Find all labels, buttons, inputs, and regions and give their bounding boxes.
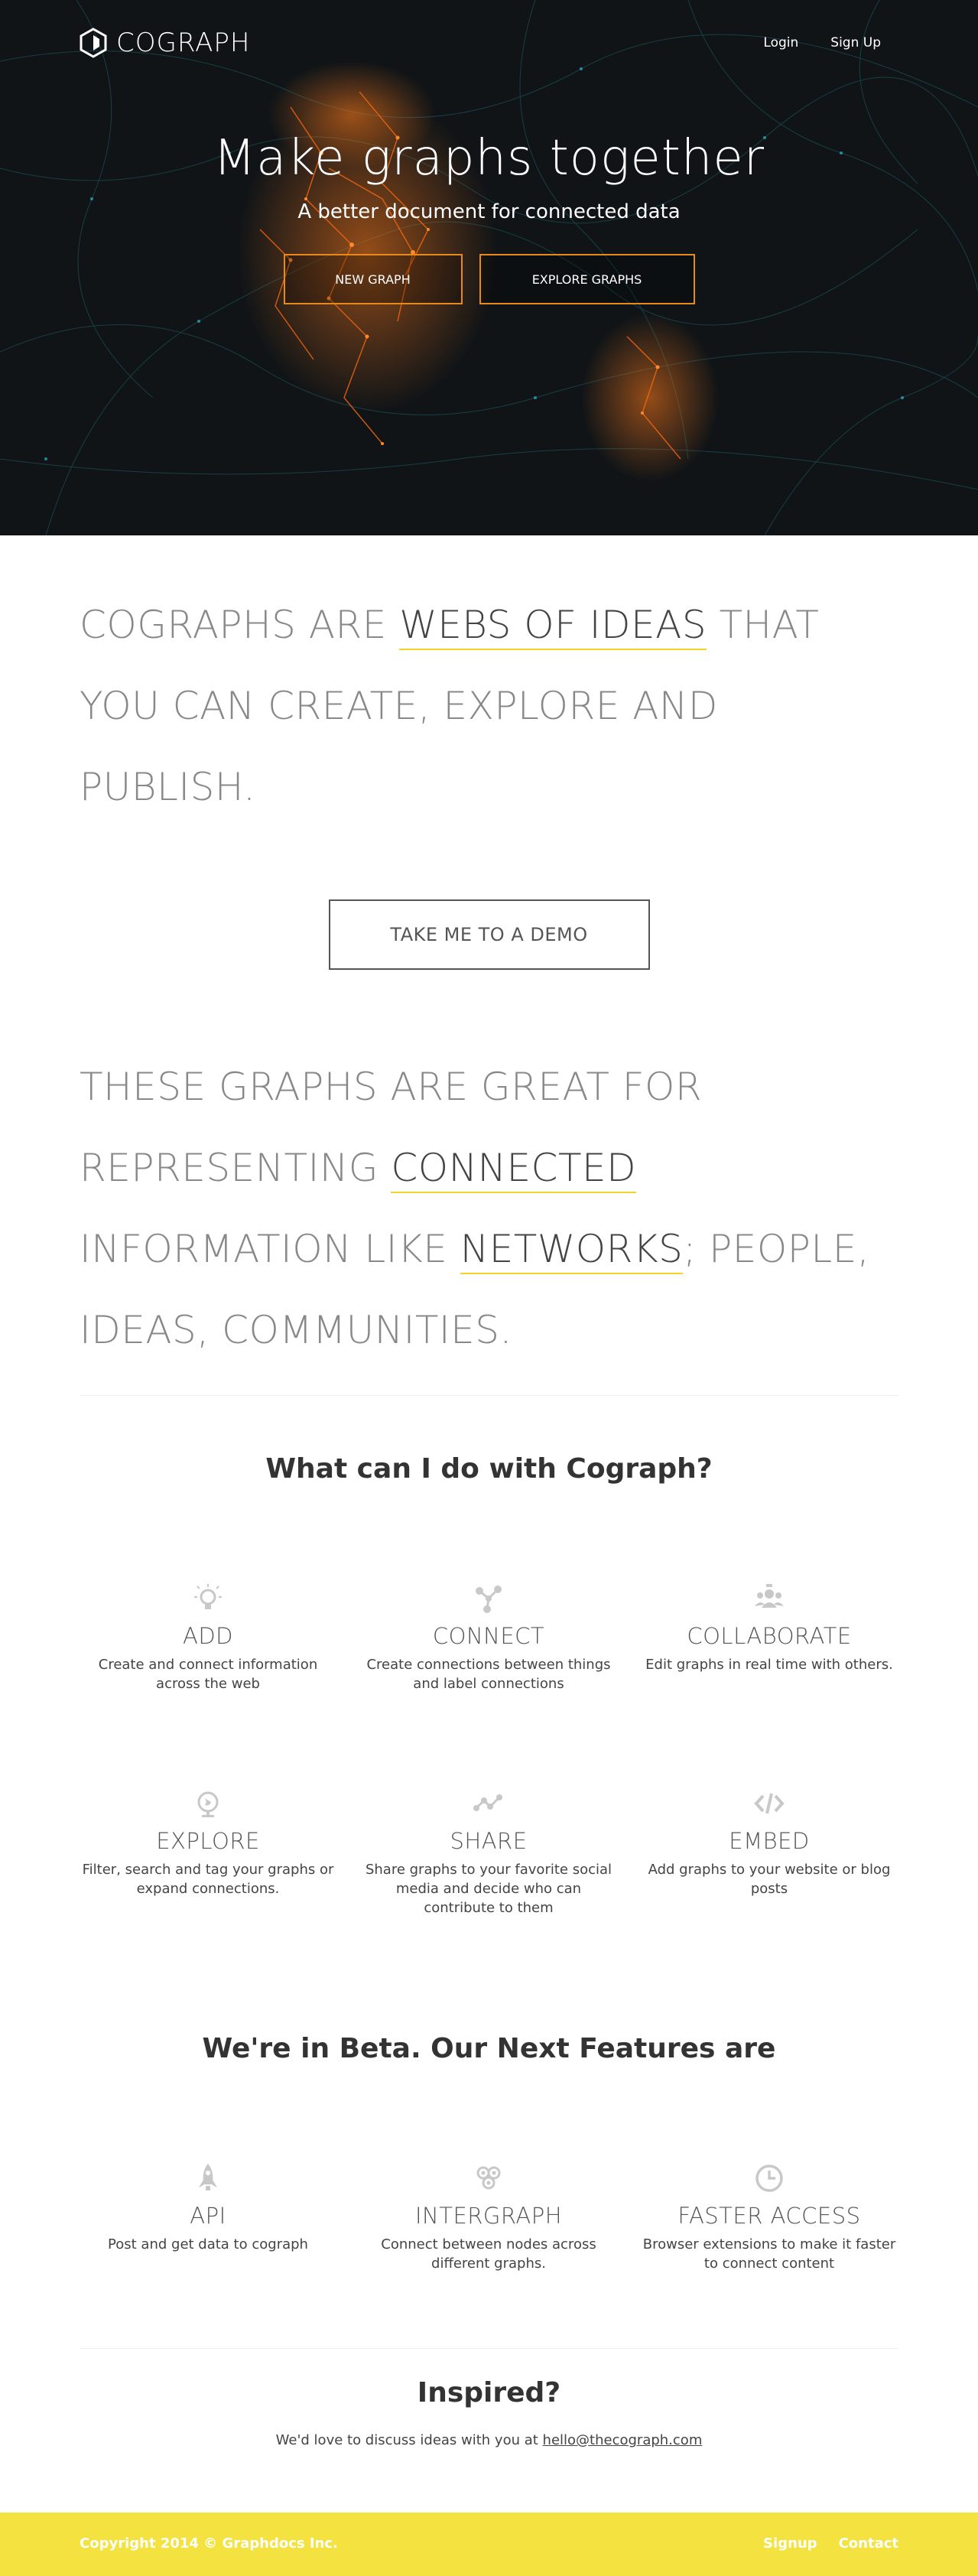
signup-link[interactable]: Sign Up: [830, 35, 881, 50]
footer: Copyright 2014 © Graphdocs Inc. Signup C…: [0, 2513, 978, 2576]
beta-section-title: We're in Beta. Our Next Features are: [202, 2033, 776, 2064]
logo-text: COGRAPH: [116, 28, 251, 58]
people-icon: [755, 1584, 784, 1608]
feature-desc: Add graphs to your website or blog posts: [648, 1862, 891, 1897]
statement-text: COGRAPHS ARE: [80, 603, 400, 647]
intro-statement: COGRAPHS ARE WEBS OF IDEAS THAT YOU CAN …: [80, 584, 898, 828]
next-feature-intergraph: INTERGRAPH Connect between nodes across …: [359, 2161, 619, 2273]
hero-section: COGRAPH Login Sign Up Make graphs togeth…: [0, 0, 978, 535]
statement-highlight: WEBS OF IDEAS: [399, 603, 707, 650]
footer-links: Signup Contact: [763, 2535, 898, 2552]
feature-desc: Connect between nodes across different g…: [381, 2236, 596, 2272]
feature-share: SHARE Share graphs to your favorite soci…: [359, 1787, 619, 1917]
feature-desc: Share graphs to your favorite social med…: [365, 1862, 612, 1916]
feature-desc: Filter, search and tag your graphs or ex…: [82, 1862, 334, 1897]
feature-title: SHARE: [450, 1828, 528, 1854]
feature-connect: CONNECT Create connections between thing…: [359, 1582, 619, 1693]
feature-desc: Create and connect information across th…: [98, 1657, 318, 1692]
next-feature-faster-access: FASTER ACCESS Browser extensions to make…: [639, 2161, 899, 2273]
feature-explore: EXPLORE Filter, search and tag your grap…: [78, 1787, 338, 1898]
feature-title: EMBED: [729, 1828, 810, 1854]
code-icon: [754, 1793, 785, 1814]
next-feature-api: API Post and get data to cograph: [78, 2161, 338, 2254]
inspired-message: We'd love to discuss ideas with you at: [275, 2432, 543, 2448]
statement-text: INFORMATION LIKE: [80, 1227, 460, 1271]
globe-icon: [197, 1791, 219, 1817]
feature-desc: Edit graphs in real time with others.: [645, 1657, 893, 1673]
clock-icon: [755, 2165, 783, 2192]
demo-button[interactable]: TAKE ME TO A DEMO: [328, 899, 650, 970]
hero-buttons: NEW GRAPH EXPLORE GRAPHS: [0, 254, 978, 304]
rocket-icon: [199, 2164, 217, 2191]
feature-title: COLLABORATE: [687, 1623, 852, 1649]
logo[interactable]: COGRAPH: [80, 28, 250, 58]
feature-desc: Create connections between things and la…: [366, 1657, 611, 1692]
connect-icon: [476, 1586, 502, 1613]
feature-title: API: [190, 2203, 226, 2229]
feature-desc: Browser extensions to make it faster to …: [642, 2236, 896, 2272]
share-icon: [473, 1794, 502, 1811]
connected-statement: THESE GRAPHS ARE GREAT FOR REPRESENTING …: [80, 1046, 898, 1371]
copyright-text: Copyright 2014 © Graphdocs Inc.: [80, 2535, 338, 2552]
new-graph-button[interactable]: NEW GRAPH: [283, 254, 463, 304]
footer-signup-link[interactable]: Signup: [763, 2535, 817, 2552]
feature-add: ADD Create and connect information acros…: [78, 1582, 338, 1693]
feature-title: FASTER ACCESS: [677, 2203, 861, 2229]
divider: [80, 2348, 898, 2349]
footer-contact-link[interactable]: Contact: [839, 2535, 898, 2552]
statement-highlight: NETWORKS: [460, 1227, 684, 1274]
hero-title: Make graphs together: [213, 130, 765, 187]
feature-title: ADD: [183, 1623, 233, 1649]
feature-desc: Post and get data to cograph: [108, 2236, 308, 2252]
feature-embed: EMBED Add graphs to your website or blog…: [639, 1787, 899, 1898]
feature-title: INTERGRAPH: [414, 2203, 562, 2229]
explore-graphs-button[interactable]: EXPLORE GRAPHS: [479, 254, 695, 304]
inspired-text: We'd love to discuss ideas with you at h…: [0, 2432, 978, 2448]
top-nav: COGRAPH Login Sign Up: [0, 0, 978, 84]
feature-collaborate: COLLABORATE Edit graphs in real time wit…: [639, 1582, 899, 1674]
feature-title: CONNECT: [432, 1623, 545, 1649]
divider: [80, 1395, 898, 1396]
cograph-logo-icon: [80, 28, 107, 58]
inspired-title: Inspired?: [417, 2377, 561, 2408]
hero-subtitle: A better document for connected data: [297, 200, 681, 223]
login-link[interactable]: Login: [763, 35, 798, 50]
gears-icon: [476, 2166, 501, 2190]
statement-highlight: CONNECTED: [391, 1146, 637, 1193]
email-link[interactable]: hello@thecograph.com: [543, 2432, 703, 2448]
what-section-title: What can I do with Cograph?: [265, 1453, 713, 1485]
page: COGRAPH Login Sign Up Make graphs togeth…: [0, 0, 978, 2576]
lightbulb-icon: [194, 1584, 222, 1609]
nav-links: Login Sign Up: [763, 35, 881, 50]
feature-title: EXPLORE: [156, 1828, 260, 1854]
demo-wrap: TAKE ME TO A DEMO: [0, 899, 978, 970]
